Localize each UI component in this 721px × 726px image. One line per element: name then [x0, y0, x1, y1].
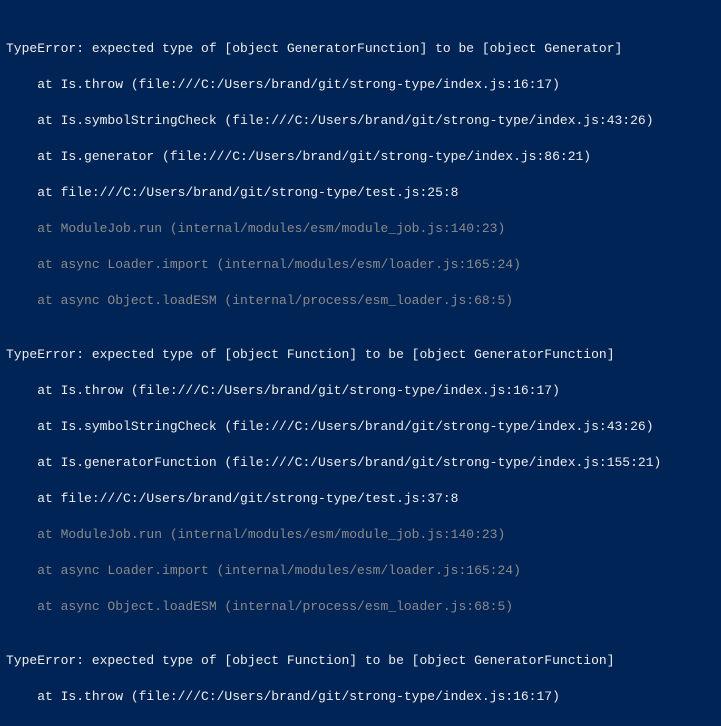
- stack-frame-internal: at async Object.loadESM (internal/proces…: [6, 599, 513, 614]
- error-header: TypeError: expected type of [object Func…: [6, 653, 615, 668]
- stack-frame: at Is.throw (file:///C:/Users/brand/git/…: [6, 383, 560, 398]
- stack-frame: at Is.symbolStringCheck (file:///C:/User…: [6, 419, 654, 434]
- stack-frame: at Is.generatorFunction (file:///C:/User…: [6, 455, 661, 470]
- stack-frame: at Is.throw (file:///C:/Users/brand/git/…: [6, 77, 560, 92]
- error-header: TypeError: expected type of [object Func…: [6, 347, 615, 362]
- stack-frame: at file:///C:/Users/brand/git/strong-typ…: [6, 185, 458, 200]
- stack-frame: at Is.throw (file:///C:/Users/brand/git/…: [6, 689, 560, 704]
- stack-frame: at Is.generator (file:///C:/Users/brand/…: [6, 149, 591, 164]
- error-header: TypeError: expected type of [object Gene…: [6, 41, 622, 56]
- stack-frame-internal: at async Loader.import (internal/modules…: [6, 257, 521, 272]
- stack-frame-internal: at async Object.loadESM (internal/proces…: [6, 293, 513, 308]
- stack-frame: at Is.symbolStringCheck (file:///C:/User…: [6, 113, 654, 128]
- stack-frame-internal: at async Loader.import (internal/modules…: [6, 563, 521, 578]
- stack-frame: at file:///C:/Users/brand/git/strong-typ…: [6, 491, 458, 506]
- stack-frame-internal: at ModuleJob.run (internal/modules/esm/m…: [6, 221, 505, 236]
- terminal-output: TypeError: expected type of [object Gene…: [0, 0, 721, 726]
- stack-frame-internal: at ModuleJob.run (internal/modules/esm/m…: [6, 527, 505, 542]
